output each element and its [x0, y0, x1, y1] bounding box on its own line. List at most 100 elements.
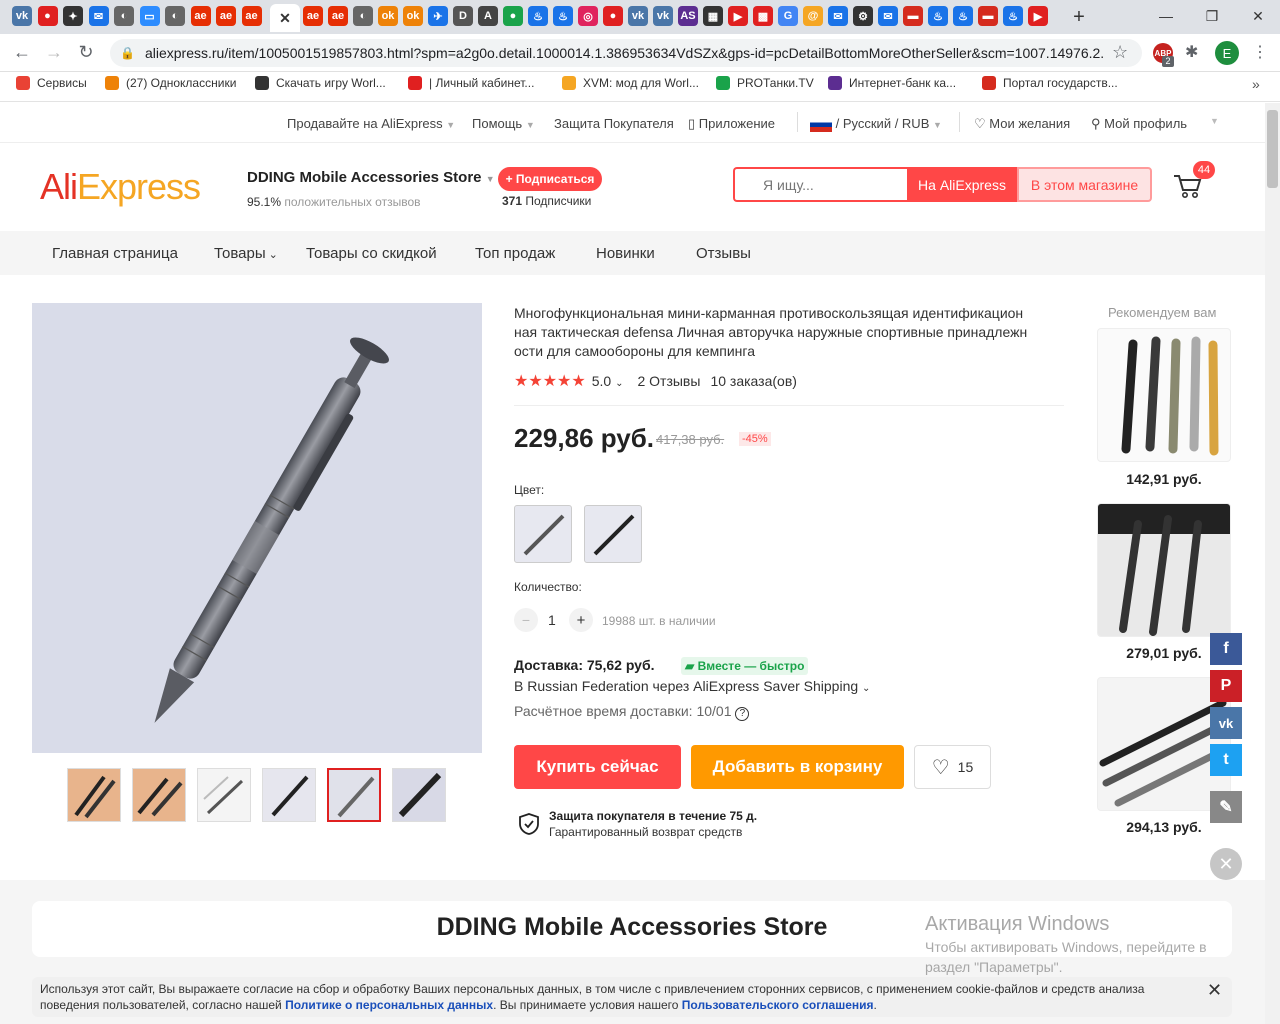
page-scrollbar[interactable]	[1265, 103, 1280, 1024]
browser-tab[interactable]: ✉	[88, 6, 109, 26]
thumbnail-6[interactable]	[392, 768, 446, 822]
nav-reviews[interactable]: Отзывы	[696, 245, 751, 262]
subscribe-button[interactable]: + Подписаться	[498, 167, 602, 191]
maximize-button[interactable]: ❐	[1192, 4, 1232, 28]
quantity-minus-button[interactable]: −	[514, 608, 538, 632]
nav-products[interactable]: Товары ⌄	[214, 245, 278, 262]
bookmark-item[interactable]: XVM: мод для Worl...	[562, 76, 699, 90]
nav-new[interactable]: Новинки	[596, 245, 655, 262]
bookmark-star-icon[interactable]: ☆	[1112, 42, 1128, 63]
browser-tab[interactable]: vk	[628, 6, 648, 26]
bookmark-item[interactable]: Портал государств...	[982, 76, 1118, 90]
browser-tab[interactable]: ▩	[753, 6, 773, 26]
browser-menu-icon[interactable]: ⋮	[1252, 42, 1268, 62]
profile-avatar[interactable]: E	[1215, 41, 1239, 65]
browser-tab[interactable]: ●	[603, 6, 623, 26]
rating-value[interactable]: 5.0 ⌄	[592, 373, 624, 389]
privacy-policy-link[interactable]: Политике о персональных данных	[285, 998, 493, 1012]
browser-tab[interactable]: ae	[216, 6, 236, 26]
edit-icon[interactable]: ✎	[1210, 791, 1242, 823]
forward-button[interactable]: →	[42, 40, 66, 64]
user-agreement-link[interactable]: Пользовательского соглашения	[682, 998, 874, 1012]
product-main-image[interactable]	[32, 303, 482, 753]
bookmark-item[interactable]: Сервисы	[16, 76, 87, 90]
browser-tab[interactable]: ♨	[1003, 6, 1023, 26]
browser-tab[interactable]: ♨	[528, 6, 548, 26]
my-profile-link[interactable]: ⚲ Мой профиль	[1091, 116, 1187, 132]
browser-tab[interactable]: ◐	[165, 6, 185, 26]
browser-tab[interactable]: ▦	[703, 6, 723, 26]
quantity-input[interactable]: 1	[548, 612, 556, 628]
browser-tab[interactable]: vk	[653, 6, 673, 26]
thumbnail-1[interactable]	[67, 768, 121, 822]
browser-tab[interactable]: ◐	[114, 6, 134, 26]
thumbnail-4[interactable]	[262, 768, 316, 822]
color-option-2[interactable]	[584, 505, 642, 563]
bookmark-item[interactable]: PROТанки.TV	[716, 76, 814, 90]
browser-tab[interactable]: ♨	[553, 6, 573, 26]
search-aliexpress-button[interactable]: На AliExpress	[907, 167, 1017, 202]
recommended-item-1[interactable]	[1097, 328, 1231, 462]
nav-home[interactable]: Главная страница	[52, 245, 178, 262]
scrollbar-thumb[interactable]	[1267, 110, 1278, 188]
tab-active[interactable]: ✕	[270, 4, 300, 32]
twitter-share-button[interactable]: t	[1210, 744, 1242, 776]
browser-tab[interactable]: ●	[503, 6, 523, 26]
browser-tab[interactable]: ok	[378, 6, 398, 26]
aliexpress-logo[interactable]: AliExpress	[40, 166, 201, 208]
browser-tab[interactable]: ◐	[353, 6, 373, 26]
bookmark-item[interactable]: Интернет-банк ка...	[828, 76, 956, 90]
extensions-puzzle-icon[interactable]: ✱	[1185, 42, 1198, 62]
new-tab-button[interactable]: +	[1068, 6, 1090, 28]
browser-tab[interactable]: D	[453, 6, 473, 26]
browser-tab[interactable]: ✉	[828, 6, 848, 26]
browser-tab[interactable]: ♨	[928, 6, 948, 26]
browser-tab[interactable]: vk	[12, 6, 32, 26]
bookmark-item[interactable]: | Личный кабинет...	[408, 76, 534, 90]
minimize-button[interactable]: —	[1146, 4, 1186, 28]
nav-discount[interactable]: Товары со скидкой	[306, 245, 437, 262]
browser-tab[interactable]: ⚙	[853, 6, 873, 26]
wishlist-link[interactable]: ♡ Мои желания	[974, 116, 1070, 132]
browser-tab[interactable]: ▬	[903, 6, 923, 26]
browser-tab[interactable]: ae	[328, 6, 348, 26]
browser-tab[interactable]: ▭	[139, 6, 160, 26]
close-tab-icon[interactable]: ✕	[279, 10, 291, 27]
browser-tab[interactable]: ▶	[1028, 6, 1048, 26]
thumbnail-2[interactable]	[132, 768, 186, 822]
browser-tab[interactable]: A	[478, 6, 498, 26]
browser-tab[interactable]: ▶	[728, 6, 748, 26]
browser-tab[interactable]: ●	[37, 6, 58, 26]
browser-tab[interactable]: G	[778, 6, 798, 26]
pinterest-share-button[interactable]: P	[1210, 670, 1242, 702]
recommended-item-2[interactable]	[1097, 503, 1231, 637]
more-bookmarks-button[interactable]: »	[1252, 76, 1260, 92]
browser-tab[interactable]: ♨	[953, 6, 973, 26]
sell-on-aliexpress-link[interactable]: Продавайте на AliExpress ▼	[287, 116, 455, 131]
help-circle-icon[interactable]: ?	[735, 707, 750, 721]
browser-tab[interactable]: ae	[303, 6, 323, 26]
lock-icon[interactable]: 🔒	[120, 46, 135, 60]
quantity-plus-button[interactable]: +	[569, 608, 593, 632]
close-window-button[interactable]: ✕	[1238, 4, 1278, 28]
nav-top-sales[interactable]: Топ продаж	[475, 245, 555, 262]
browser-tab[interactable]: ▬	[978, 6, 998, 26]
search-store-button[interactable]: В этом магазине	[1017, 167, 1152, 202]
buy-now-button[interactable]: Купить сейчас	[514, 745, 681, 789]
bookmark-item[interactable]: Скачать игру Worl...	[255, 76, 386, 90]
buyer-protection-link[interactable]: Защита Покупателя	[554, 116, 674, 131]
browser-tab[interactable]: ae	[241, 6, 262, 26]
help-link[interactable]: Помощь ▼	[472, 116, 535, 131]
add-to-cart-button[interactable]: Добавить в корзину	[691, 745, 904, 789]
browser-tab[interactable]: ae	[190, 6, 211, 26]
thumbnail-3[interactable]	[197, 768, 251, 822]
reviews-link[interactable]: 2 Отзывы	[637, 373, 700, 389]
chevron-down-icon[interactable]: ▼	[1210, 116, 1219, 126]
color-option-1[interactable]	[514, 505, 572, 563]
close-social-button[interactable]: ✕	[1210, 848, 1242, 880]
url-bar[interactable]: 🔒 aliexpress.ru/item/1005001519857803.ht…	[110, 39, 1142, 67]
browser-tab[interactable]: ✦	[63, 6, 83, 26]
wishlist-button[interactable]: ♡ 15	[914, 745, 991, 789]
thumbnail-5-selected[interactable]	[327, 768, 381, 822]
browser-tab[interactable]: ◎	[578, 6, 598, 26]
